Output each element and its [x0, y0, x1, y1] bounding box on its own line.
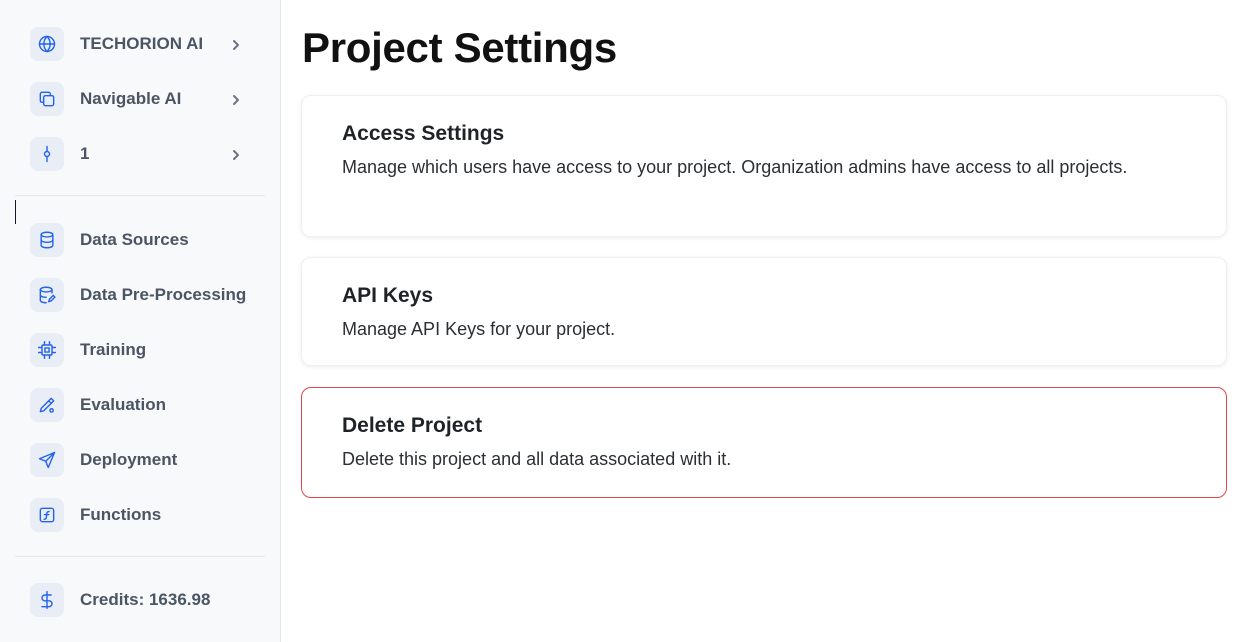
card-description: Delete this project and all data associa… [342, 449, 732, 469]
text-cursor [15, 200, 16, 224]
sidebar-item-project[interactable]: Navigable AI [30, 81, 250, 117]
sidebar-item-label: Evaluation [80, 395, 166, 414]
card-title: API Keys [342, 284, 434, 307]
sidebar-divider [15, 195, 265, 196]
card-title: Access Settings [342, 122, 505, 145]
sidebar-item-training[interactable]: Training [30, 332, 250, 368]
sidebar-item-label: Training [80, 340, 147, 359]
sidebar-item-label: Functions [80, 505, 162, 524]
sidebar-divider [15, 556, 265, 557]
sidebar-item-label: TECHORION AI [80, 34, 204, 53]
function-icon [30, 498, 64, 532]
credits-text: Credits: 1636.98 [80, 590, 210, 610]
sidebar-item-label: 1 [80, 144, 90, 163]
delete-project-card[interactable]: Delete Project Delete this project and a… [301, 387, 1227, 498]
sidebar-item-label: Data Pre-Processing [80, 285, 247, 304]
database-edit-icon [30, 278, 64, 312]
credits-label: Credits: [80, 590, 149, 609]
sidebar: TECHORION AI Navigable AI 1 Data Sources… [0, 0, 281, 642]
sidebar-item-data-pre-processing[interactable]: Data Pre-Processing [30, 277, 250, 313]
sidebar-item-deployment[interactable]: Deployment [30, 442, 250, 478]
chevron-right-icon [230, 93, 242, 105]
credits-value: 1636.98 [148, 590, 211, 609]
sidebar-item-organization[interactable]: TECHORION AI [30, 26, 250, 62]
sidebar-item-version[interactable]: 1 [30, 136, 250, 172]
sidebar-item-label: Data Sources [80, 230, 189, 249]
card-description: Manage which users have access to your p… [342, 157, 1128, 177]
sidebar-item-functions[interactable]: Functions [30, 497, 250, 533]
sidebar-item-data-sources[interactable]: Data Sources [30, 222, 250, 258]
chevron-right-icon [230, 38, 242, 50]
send-icon [30, 443, 64, 477]
globe-icon [30, 27, 64, 61]
api-keys-card[interactable]: API Keys Manage API Keys for your projec… [301, 257, 1227, 366]
sidebar-item-label: Navigable AI [80, 89, 182, 108]
brush-icon [30, 388, 64, 422]
copy-icon [30, 82, 64, 116]
page-title: Project Settings [302, 24, 617, 71]
git-commit-icon [30, 137, 64, 171]
database-icon [30, 223, 64, 257]
card-title: Delete Project [342, 414, 483, 437]
app-root: TECHORION AI Navigable AI 1 Data Sources… [0, 0, 1242, 642]
sidebar-item-label: Deployment [80, 450, 178, 469]
cpu-icon [30, 333, 64, 367]
sidebar-credits: Credits: 1636.98 [30, 582, 250, 618]
chevron-right-icon [230, 148, 242, 160]
card-description: Manage API Keys for your project. [342, 319, 616, 339]
sidebar-item-evaluation[interactable]: Evaluation [30, 387, 250, 423]
access-settings-card[interactable]: Access Settings Manage which users have … [301, 95, 1227, 237]
dollar-icon [30, 583, 64, 617]
